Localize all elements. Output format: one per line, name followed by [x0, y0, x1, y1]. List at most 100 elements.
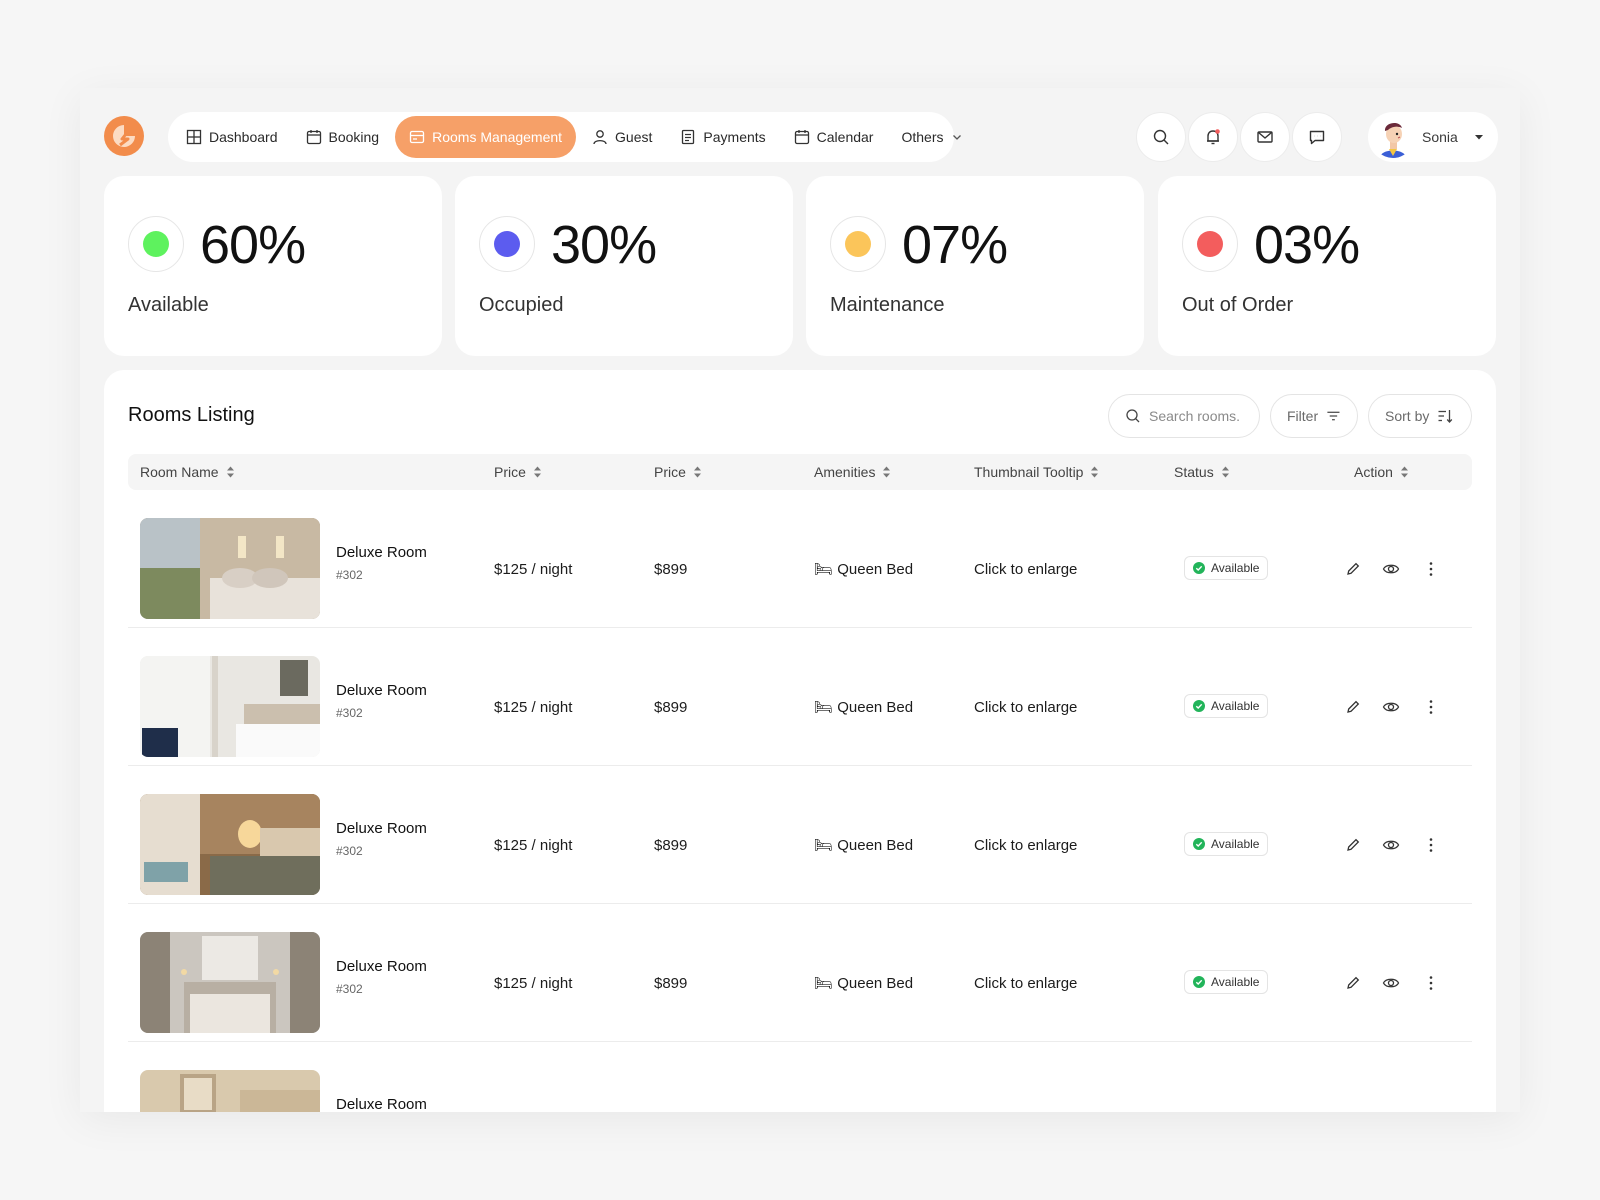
search-rooms-field[interactable]: [1108, 394, 1260, 438]
eye-icon: [1382, 840, 1400, 850]
view-button[interactable]: [1380, 558, 1402, 580]
logo-icon: [113, 125, 135, 147]
eye-icon: [1382, 702, 1400, 712]
amenities: 🛏 Queen Bed: [814, 837, 914, 854]
status-badge: Available: [1184, 970, 1269, 994]
column-header-price[interactable]: Price: [654, 454, 702, 490]
nav-item-calendar[interactable]: Calendar: [782, 116, 886, 158]
sort-button[interactable]: Sort by: [1368, 394, 1472, 438]
status-dot: [143, 231, 169, 257]
more-vertical-icon: [1429, 838, 1433, 852]
status-dot: [494, 231, 520, 257]
price: $899: [654, 698, 688, 716]
table-row[interactable]: Deluxe Room #302 $125 / night $899 🛏 Que…: [128, 490, 1472, 628]
column-header-status[interactable]: Status: [1174, 454, 1230, 490]
column-label: Room Name: [140, 464, 219, 480]
column-label: Price: [654, 464, 686, 480]
room-thumbnail[interactable]: [140, 932, 320, 1033]
status-dot-ring: [128, 216, 184, 272]
status-dot-ring: [830, 216, 886, 272]
column-header-thumbnail-tooltip[interactable]: Thumbnail Tooltip: [974, 454, 1099, 490]
chevron-down-icon: [952, 135, 961, 140]
sort-arrows-icon: [1400, 466, 1408, 478]
thumbnail-tooltip[interactable]: Click to enlarge: [974, 766, 1077, 924]
bedroom-photo-icon: [140, 1070, 320, 1112]
status-dot: [1197, 231, 1223, 257]
view-button[interactable]: [1380, 834, 1402, 856]
sort-arrows-icon: [693, 466, 701, 478]
stat-label: Maintenance: [830, 294, 945, 316]
app-window: Dashboard Booking Rooms Management Guest…: [80, 88, 1520, 1112]
pencil-icon: [1347, 700, 1360, 713]
nav-label: Booking: [328, 129, 380, 145]
room-thumbnail[interactable]: [140, 656, 320, 757]
brand-logo[interactable]: [104, 116, 144, 156]
sort-icon: [1438, 410, 1453, 423]
column-header-action[interactable]: Action: [1354, 454, 1409, 490]
edit-button[interactable]: [1342, 834, 1364, 856]
room-thumbnail[interactable]: [140, 794, 320, 895]
thumbnail-tooltip[interactable]: Click to enlarge: [974, 490, 1077, 648]
column-label: Thumbnail Tooltip: [974, 464, 1084, 480]
filter-button[interactable]: Filter: [1270, 394, 1358, 438]
table-row[interactable]: Deluxe Room: [128, 1042, 1472, 1112]
table-row[interactable]: Deluxe Room #302 $125 / night $899 🛏 Que…: [128, 766, 1472, 904]
check-circle-icon: [1193, 838, 1205, 850]
stat-card-available: 60% Available: [104, 176, 442, 356]
status-dot-ring: [479, 216, 535, 272]
column-header-room-name[interactable]: Room Name: [140, 454, 235, 490]
calendar-icon: [306, 130, 321, 145]
nav-item-booking[interactable]: Booking: [294, 116, 392, 158]
bedroom-photo-icon: [140, 932, 320, 1033]
view-button[interactable]: [1380, 696, 1402, 718]
thumbnail-tooltip[interactable]: Click to enlarge: [974, 628, 1077, 786]
nav-item-guest[interactable]: Guest: [580, 116, 664, 158]
profile-menu[interactable]: Sonia: [1368, 112, 1498, 162]
nav-label: Dashboard: [209, 129, 278, 145]
chat-button[interactable]: [1292, 112, 1342, 162]
status-badge: Available: [1184, 556, 1269, 580]
room-thumbnail[interactable]: [140, 518, 320, 619]
table-header: Room Name Price Price Amenities Thumbnai…: [128, 454, 1472, 490]
notifications-button[interactable]: [1188, 112, 1238, 162]
nav-item-others[interactable]: Others: [889, 116, 974, 158]
stat-value: 30%: [551, 215, 657, 275]
sort-arrows-icon: [1091, 466, 1099, 478]
eye-icon: [1382, 978, 1400, 988]
room-number: #302: [336, 706, 363, 720]
nav-label: Rooms Management: [432, 129, 563, 145]
pencil-icon: [1347, 838, 1360, 851]
more-options-button[interactable]: [1420, 558, 1442, 580]
search-button[interactable]: [1136, 112, 1186, 162]
nav-item-payments[interactable]: Payments: [668, 116, 777, 158]
more-vertical-icon: [1429, 700, 1433, 714]
price-per-night: $125 / night: [494, 698, 573, 716]
nav-item-dashboard[interactable]: Dashboard: [174, 116, 290, 158]
more-options-button[interactable]: [1420, 834, 1442, 856]
search-input[interactable]: [1149, 408, 1241, 424]
status-label: Available: [1211, 975, 1260, 989]
room-name: Deluxe Room: [336, 820, 427, 837]
mail-button[interactable]: [1240, 112, 1290, 162]
card-icon: [409, 130, 425, 144]
table-row[interactable]: Deluxe Room #302 $125 / night $899 🛏 Que…: [128, 904, 1472, 1042]
edit-button[interactable]: [1342, 972, 1364, 994]
column-header-amenities[interactable]: Amenities: [814, 454, 891, 490]
room-thumbnail[interactable]: [140, 1070, 320, 1112]
more-options-button[interactable]: [1420, 972, 1442, 994]
table-row[interactable]: Deluxe Room #302 $125 / night $899 🛏 Que…: [128, 628, 1472, 766]
nav-item-rooms-management[interactable]: Rooms Management: [395, 116, 577, 158]
edit-button[interactable]: [1342, 696, 1364, 718]
column-header-price-night[interactable]: Price: [494, 454, 542, 490]
thumbnail-tooltip[interactable]: Click to enlarge: [974, 904, 1077, 1062]
stat-value: 07%: [902, 215, 1008, 275]
bedroom-photo-icon: [140, 656, 320, 757]
more-options-button[interactable]: [1420, 696, 1442, 718]
panel-title: Rooms Listing: [128, 404, 255, 426]
room-name: Deluxe Room: [336, 682, 427, 699]
pencil-icon: [1347, 562, 1360, 575]
edit-button[interactable]: [1342, 558, 1364, 580]
view-button[interactable]: [1380, 972, 1402, 994]
status-label: Available: [1211, 561, 1260, 575]
price-per-night: $125 / night: [494, 974, 573, 992]
